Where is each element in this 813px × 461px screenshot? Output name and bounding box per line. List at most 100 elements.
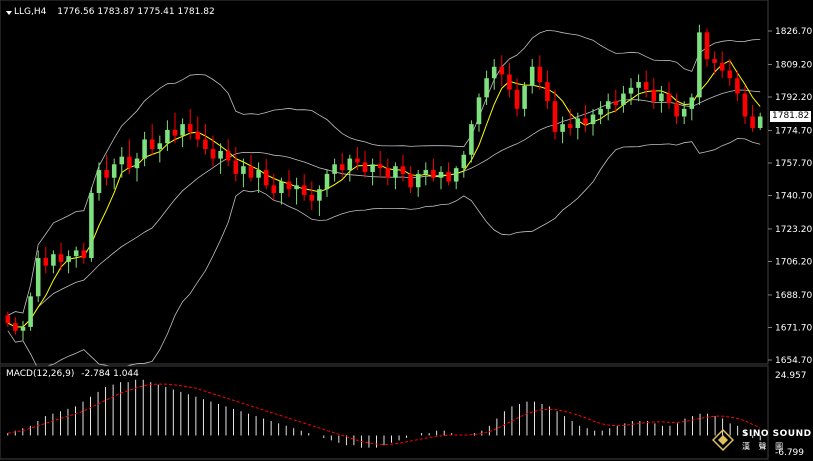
logo-name: SINO SOUND	[742, 429, 812, 439]
candle-body	[51, 254, 56, 266]
candle-body	[370, 164, 375, 172]
candle-body	[651, 89, 657, 102]
candle	[697, 24, 702, 106]
candle-body	[294, 185, 299, 190]
candle-body	[233, 160, 239, 174]
candle-body	[742, 93, 748, 117]
candle	[35, 250, 41, 303]
candle-body	[172, 129, 178, 136]
candle-body	[507, 74, 512, 90]
candle-body	[545, 82, 550, 102]
candle-body	[5, 315, 11, 324]
candle-body	[301, 185, 307, 195]
candle-body	[58, 254, 64, 262]
candle-body	[256, 170, 261, 178]
candle-body	[263, 170, 269, 186]
macd-header: MACD(12,26,9) -2.784 1.044	[6, 369, 139, 379]
candle-body	[149, 139, 155, 150]
candle-body	[119, 156, 125, 165]
candle-body	[590, 114, 596, 125]
candle-body	[537, 66, 543, 83]
candle-body	[43, 258, 49, 266]
candle-body	[712, 59, 717, 63]
candle-body	[750, 116, 755, 128]
candle-body	[66, 256, 71, 262]
candle-body	[469, 124, 474, 155]
candle-body	[598, 108, 603, 115]
candle-body	[96, 170, 102, 194]
candle-body	[218, 150, 223, 159]
candle-body	[203, 139, 208, 150]
candle-body	[704, 32, 710, 60]
candle-body	[271, 185, 277, 194]
candle-body	[461, 154, 467, 169]
candle-body	[438, 171, 444, 178]
candle-body	[628, 87, 634, 94]
candle-body	[81, 250, 87, 259]
candle-body	[408, 173, 413, 188]
chart-header: LLG,H4 1776.56 1783.87 1775.41 1781.82	[14, 7, 215, 17]
candle-body	[35, 258, 41, 297]
candle-body	[111, 164, 117, 178]
price-tick-label: 1723.20	[775, 225, 812, 235]
price-tick-label: 1757.70	[775, 159, 812, 169]
candle-body	[484, 78, 489, 98]
candle-body	[499, 66, 505, 75]
candle-body	[134, 158, 140, 169]
macd-label: MACD(12,26,9)	[6, 369, 75, 379]
candle-body	[453, 168, 459, 182]
price-tick-label: 1671.70	[775, 323, 812, 333]
candle-body	[195, 131, 201, 140]
candle-body	[659, 93, 664, 102]
candle-body	[476, 97, 482, 125]
candle-body	[355, 158, 360, 163]
sino-sound-logo: SINO SOUND 漢 聲 圖	[712, 427, 812, 459]
candle-body	[727, 70, 733, 79]
candle-body	[697, 32, 702, 98]
candle-body	[187, 124, 193, 132]
candle-body	[332, 164, 337, 174]
chart-menu-icon[interactable]	[6, 11, 12, 15]
candle-body	[423, 170, 429, 174]
price-tick-label: 1774.70	[775, 126, 812, 136]
price-pane-frame	[0, 0, 769, 365]
candle-body	[567, 124, 573, 128]
candle-body	[575, 118, 581, 128]
candle-body	[73, 250, 79, 257]
candle-body	[241, 166, 246, 174]
candle-body	[127, 156, 132, 169]
candle-body	[385, 168, 391, 178]
candle-body	[400, 166, 406, 174]
candle-body	[20, 326, 26, 331]
candle-body	[248, 166, 254, 178]
candle-body	[621, 93, 626, 106]
candle-body	[522, 85, 527, 109]
candle-body	[210, 149, 216, 159]
candle-body	[674, 103, 679, 117]
candle-body	[643, 82, 649, 90]
candle-body	[719, 62, 725, 71]
candle-body	[681, 108, 687, 117]
candle-body	[560, 124, 565, 132]
candle-body	[286, 181, 292, 190]
candle-body	[157, 143, 163, 150]
candle-body	[689, 97, 695, 109]
price-tick-label: 1740.70	[775, 192, 812, 202]
candle-body	[317, 189, 322, 201]
candle-body	[347, 158, 353, 171]
price-axis: 1826.70 1809.20 1792.20 1774.70 1757.70 1740.…	[768, 27, 812, 366]
symbol-timeframe: LLG,H4	[14, 7, 47, 17]
price-tick-label: 1809.20	[775, 60, 812, 70]
candle-body	[491, 66, 497, 79]
diamond-logo-icon	[712, 429, 734, 451]
candle-body	[279, 181, 284, 194]
candle-body	[552, 101, 558, 132]
candle-body	[446, 171, 451, 182]
candle-body	[165, 129, 170, 144]
candle	[28, 292, 33, 331]
price-tick-label: 1654.70	[775, 356, 812, 366]
candle-body	[393, 166, 398, 178]
candle-body	[583, 118, 588, 125]
candle-body	[529, 66, 535, 86]
candle-body	[104, 170, 109, 178]
